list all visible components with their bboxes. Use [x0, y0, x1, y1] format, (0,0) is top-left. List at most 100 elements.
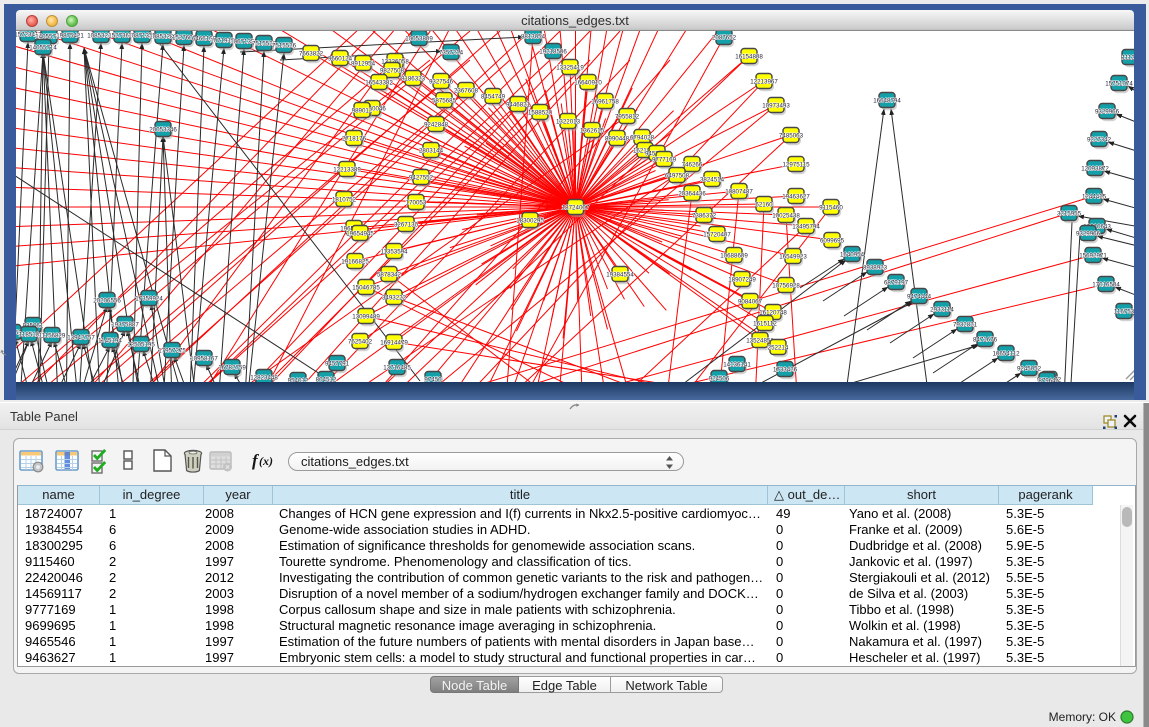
svg-text:1640954: 1640954: [840, 251, 865, 258]
svg-text:1615112: 1615112: [753, 320, 777, 327]
svg-text:3493222: 3493222: [382, 294, 407, 301]
svg-text:11124: 11124: [1122, 54, 1134, 61]
svg-text:10973493: 10973493: [762, 102, 790, 109]
svg-text:7386372: 7386372: [692, 212, 717, 219]
svg-text:8938923: 8938923: [863, 264, 888, 271]
svg-text:62160: 62160: [755, 201, 773, 208]
svg-text:170053: 170053: [406, 199, 427, 206]
svg-text:14136141: 14136141: [723, 361, 751, 368]
svg-text:10958167: 10958167: [190, 355, 218, 362]
svg-text:10053809: 10053809: [405, 35, 433, 42]
svg-text:9329966: 9329966: [1095, 108, 1120, 115]
svg-text:17016504: 17016504: [1092, 281, 1120, 288]
svg-text:18300295: 18300295: [516, 217, 544, 224]
svg-text:9457791: 9457791: [325, 360, 350, 367]
svg-text:9245052: 9245052: [1017, 365, 1042, 372]
svg-text:12213389: 12213389: [333, 166, 361, 173]
svg-text:9660124: 9660124: [328, 55, 353, 62]
svg-text:20364436: 20364436: [678, 190, 706, 197]
svg-text:16640910: 16640910: [574, 79, 602, 86]
svg-text:8912954: 8912954: [351, 60, 376, 67]
svg-text:6497508: 6497508: [665, 172, 690, 179]
svg-text:954012: 954012: [288, 377, 309, 382]
svg-text:16154808: 16154808: [735, 53, 763, 60]
svg-text:16543382: 16543382: [365, 79, 393, 86]
svg-text:9115460: 9115460: [819, 204, 843, 211]
svg-text:19166825: 19166825: [341, 258, 369, 265]
svg-text:7955812: 7955812: [615, 113, 640, 120]
svg-text:252214: 252214: [768, 344, 789, 351]
svg-text:8186323: 8186323: [401, 75, 426, 82]
svg-text:8813054: 8813054: [521, 33, 546, 40]
svg-text:118510: 118510: [19, 331, 40, 338]
svg-text:13942757: 13942757: [67, 334, 95, 341]
svg-text:16782759: 16782759: [218, 364, 246, 371]
svg-text:16648794: 16648794: [873, 97, 901, 104]
svg-text:1322013: 1322013: [556, 118, 581, 125]
svg-text:2718176: 2718176: [342, 135, 367, 142]
svg-text:87964: 87964: [1038, 377, 1056, 382]
svg-text:12505195: 12505195: [127, 341, 155, 348]
svg-text:20053346: 20053346: [149, 126, 177, 133]
svg-text:10756928: 10756928: [772, 282, 800, 289]
svg-text:19463627: 19463627: [782, 193, 810, 200]
svg-text:19375887: 19375887: [111, 321, 139, 328]
svg-text:10807487: 10807487: [725, 188, 753, 195]
svg-text:3215955: 3215955: [1057, 210, 1082, 217]
svg-text:1244415: 1244415: [1082, 193, 1107, 200]
svg-text:7625402: 7625402: [348, 338, 373, 345]
svg-text:6099695: 6099695: [820, 237, 845, 244]
svg-text:1733426: 1733426: [773, 366, 798, 373]
svg-text:97450: 97450: [424, 376, 442, 382]
svg-text:1810752: 1810752: [332, 196, 357, 203]
svg-text:9329966: 9329966: [1076, 230, 1101, 237]
svg-text:8471676: 8471676: [973, 336, 998, 343]
svg-text:2933114: 2933114: [930, 306, 954, 313]
svg-text:15751074: 15751074: [1105, 80, 1133, 87]
svg-text:10025438: 10025438: [772, 212, 800, 219]
svg-text:3824514: 3824514: [700, 176, 725, 183]
svg-text:9474444: 9474444: [907, 293, 932, 300]
svg-text:924506: 924506: [709, 375, 730, 382]
svg-text:5878342: 5878342: [377, 271, 402, 278]
svg-text:13495794: 13495794: [792, 223, 820, 230]
svg-text:989012: 989012: [352, 107, 373, 114]
svg-text:2367608: 2367608: [454, 87, 479, 94]
svg-text:9084067: 9084067: [738, 298, 763, 305]
svg-text:6879197: 6879197: [884, 279, 909, 286]
svg-text:7515526: 7515526: [272, 42, 297, 49]
svg-text:2087652: 2087652: [712, 34, 737, 41]
svg-text:19384554: 19384554: [606, 271, 634, 278]
svg-text:19654945: 19654945: [346, 230, 374, 237]
svg-text:18907249: 18907249: [728, 276, 756, 283]
svg-text:9446821: 9446821: [506, 101, 531, 108]
svg-text:19875421: 19875421: [56, 32, 84, 39]
svg-text:16549923: 16549923: [779, 253, 807, 260]
svg-text:7485063: 7485063: [779, 132, 804, 139]
svg-text:18724007: 18724007: [562, 204, 590, 211]
svg-text:116753: 116753: [1114, 308, 1134, 315]
svg-text:2803144: 2803144: [419, 147, 444, 154]
svg-text:(x): (x): [259, 454, 273, 468]
svg-text:7357214: 7357214: [439, 49, 464, 56]
svg-text:5875685: 5875685: [432, 97, 457, 104]
svg-text:9242848: 9242848: [424, 121, 449, 128]
svg-text:10688609: 10688609: [720, 252, 748, 259]
svg-text:11353594: 11353594: [380, 248, 408, 255]
svg-text:3267130: 3267130: [394, 221, 419, 228]
svg-text:1588520: 1588520: [528, 109, 553, 116]
svg-text:1362615: 1362615: [580, 127, 605, 134]
svg-text:11156829: 11156829: [39, 332, 66, 339]
svg-text:8454749: 8454749: [481, 93, 506, 100]
svg-text:13716485: 13716485: [383, 364, 411, 371]
svg-text:19218506: 19218506: [539, 48, 567, 55]
svg-text:12823448: 12823448: [250, 374, 278, 381]
svg-text:9427552: 9427552: [409, 174, 434, 181]
svg-text:8990448: 8990448: [605, 135, 630, 142]
svg-text:9227342: 9227342: [1087, 136, 1112, 143]
svg-text:15720407: 15720407: [703, 231, 731, 238]
svg-text:9777169: 9777169: [652, 156, 677, 163]
svg-text:17359924: 17359924: [135, 295, 163, 302]
svg-text:7663822: 7663822: [299, 50, 324, 57]
svg-text:17957275: 17957275: [158, 347, 186, 354]
